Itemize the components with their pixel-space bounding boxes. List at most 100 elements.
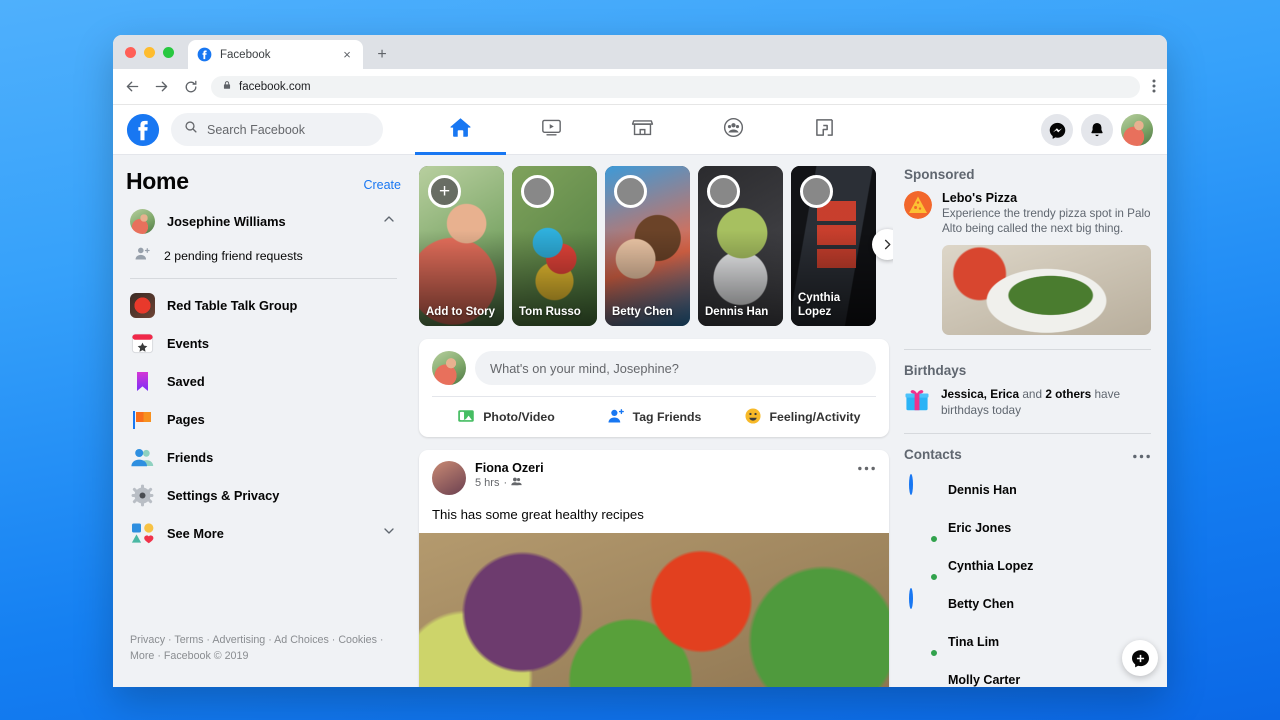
friend-request-icon: [134, 245, 151, 267]
nav-tab-groups[interactable]: [688, 105, 779, 155]
friends-audience-icon[interactable]: [511, 476, 522, 490]
chevron-up-icon[interactable]: [381, 211, 397, 232]
facebook-logo-icon[interactable]: [126, 113, 160, 147]
groups-icon: [722, 116, 745, 144]
composer-input[interactable]: What's on your mind, Josephine?: [475, 351, 876, 385]
chevron-down-icon[interactable]: [381, 523, 397, 544]
minimize-window-button[interactable]: [144, 46, 155, 58]
post-image[interactable]: [419, 533, 889, 687]
composer-placeholder: What's on your mind, Josephine?: [490, 360, 679, 376]
contact-item-cynthia-lopez[interactable]: Cynthia Lopez: [904, 547, 1151, 585]
story-card[interactable]: Betty Chen: [605, 166, 690, 326]
main-navigation-tabs: [415, 105, 870, 155]
nav-tab-home[interactable]: [415, 105, 506, 155]
story-card[interactable]: Tom Russo: [512, 166, 597, 326]
browser-tab[interactable]: Facebook ×: [188, 40, 363, 69]
story-label: Dennis Han: [705, 306, 769, 319]
sidebar-item-events[interactable]: Events: [126, 324, 401, 362]
sidebar-item-profile[interactable]: Josephine Williams: [126, 202, 401, 240]
birthdays-text: Jessica, Erica and 2 others have birthda…: [941, 387, 1151, 419]
sidebar-item-friends[interactable]: Friends: [126, 438, 401, 476]
story-card[interactable]: Cynthia Lopez: [791, 166, 876, 326]
sponsored-image[interactable]: [942, 244, 1151, 335]
footer-copyright: Facebook © 2019: [163, 650, 249, 663]
nav-tab-marketplace[interactable]: [597, 105, 688, 155]
new-tab-button[interactable]: +: [373, 47, 391, 63]
composer-actions: Photo/Video Tag Friends Feeling/Activity: [432, 396, 876, 437]
photo-video-icon: [457, 407, 475, 428]
sponsored-title[interactable]: Lebo's Pizza: [942, 191, 1151, 205]
contact-item-molly-carter[interactable]: Molly Carter: [904, 661, 1151, 687]
footer-sep: ·: [154, 650, 164, 663]
window-traffic-lights: [125, 35, 188, 69]
bell-icon[interactable]: [1081, 114, 1113, 146]
story-add-to-story[interactable]: + Add to Story: [419, 166, 504, 326]
contact-item-eric-jones[interactable]: Eric Jones: [904, 509, 1151, 547]
post-composer: What's on your mind, Josephine? Photo/Vi…: [419, 339, 889, 437]
see-more-shapes-icon: [130, 521, 155, 546]
footer-link-ad-choices[interactable]: Ad Choices: [274, 634, 329, 646]
back-arrow-icon[interactable]: [124, 78, 141, 95]
avatar[interactable]: [1121, 114, 1153, 146]
sidebar-item-label: Events: [167, 335, 209, 351]
sidebar-item-see-more[interactable]: See More: [126, 514, 401, 552]
footer-link-more[interactable]: More: [130, 650, 154, 662]
post-header: Fiona Ozeri 5 hrs ·: [432, 461, 876, 495]
footer-link-cookies[interactable]: Cookies: [338, 634, 377, 646]
contact-name: Betty Chen: [948, 596, 1014, 611]
sidebar-item-red-table-talk-group[interactable]: Red Table Talk Group: [126, 286, 401, 324]
search-icon: [184, 120, 198, 139]
composer-action-label: Photo/Video: [483, 410, 555, 424]
sidebar-item-saved[interactable]: Saved: [126, 362, 401, 400]
plus-icon[interactable]: +: [428, 175, 461, 208]
photo-video-button[interactable]: Photo/Video: [432, 397, 580, 437]
story-label: Betty Chen: [612, 306, 673, 319]
more-options-icon[interactable]: [857, 461, 876, 471]
sidebar-item-pages[interactable]: Pages: [126, 400, 401, 438]
contact-item-dennis-han[interactable]: Dennis Han: [904, 471, 1151, 509]
post-author-name[interactable]: Fiona Ozeri: [475, 461, 544, 475]
more-options-icon[interactable]: [1132, 449, 1151, 459]
feeling-activity-button[interactable]: Feeling/Activity: [728, 397, 876, 437]
footer-link-advertising[interactable]: Advertising: [212, 634, 265, 646]
url-input[interactable]: facebook.com: [211, 75, 1140, 98]
post-meta: 5 hrs ·: [475, 476, 544, 490]
footer-link-privacy[interactable]: Privacy: [130, 634, 165, 646]
story-card[interactable]: Dennis Han: [698, 166, 783, 326]
group-thumbnail-icon: [130, 292, 155, 318]
avatar: [521, 175, 554, 208]
gaming-icon: [813, 116, 836, 144]
avatar[interactable]: [432, 351, 466, 385]
sponsored-ad[interactable]: Lebo's Pizza Experience the trendy pizza…: [904, 191, 1151, 237]
birthday-connector: and: [1019, 386, 1046, 401]
search-placeholder: Search Facebook: [207, 122, 305, 137]
kebab-menu-icon[interactable]: [1152, 78, 1156, 96]
search-input[interactable]: Search Facebook: [171, 113, 383, 146]
messenger-icon[interactable]: [1041, 114, 1073, 146]
news-feed: + Add to Story Tom Russo Betty Chen Denn…: [415, 155, 893, 687]
birthdays-item[interactable]: Jessica, Erica and 2 others have birthda…: [904, 387, 1151, 419]
maximize-window-button[interactable]: [163, 46, 174, 58]
close-window-button[interactable]: [125, 46, 136, 58]
nav-tab-watch[interactable]: [506, 105, 597, 155]
new-message-icon[interactable]: [1122, 640, 1158, 676]
stories-carousel: + Add to Story Tom Russo Betty Chen Denn…: [419, 166, 893, 326]
sidebar-item-label: Red Table Talk Group: [167, 297, 298, 313]
right-divider: [904, 432, 1151, 434]
nav-tab-gaming[interactable]: [779, 105, 870, 155]
sidebar-item-pending-requests[interactable]: 2 pending friend requests: [126, 240, 401, 271]
reload-icon[interactable]: [182, 78, 199, 95]
contact-item-betty-chen[interactable]: Betty Chen: [904, 585, 1151, 623]
birthday-names: Jessica, Erica: [941, 386, 1020, 401]
sidebar-item-settings-privacy[interactable]: Settings & Privacy: [126, 476, 401, 514]
forward-arrow-icon[interactable]: [153, 78, 170, 95]
footer-sep: ·: [165, 633, 175, 646]
sponsored-description: Experience the trendy pizza spot in Palo…: [942, 207, 1151, 236]
footer-link-terms[interactable]: Terms: [174, 634, 203, 646]
tag-friends-button[interactable]: Tag Friends: [580, 397, 728, 437]
avatar[interactable]: [432, 461, 466, 495]
avatar: [909, 552, 938, 581]
close-tab-button[interactable]: ×: [340, 48, 354, 61]
contact-item-tina-lim[interactable]: Tina Lim: [904, 623, 1151, 661]
create-link[interactable]: Create: [363, 178, 401, 192]
